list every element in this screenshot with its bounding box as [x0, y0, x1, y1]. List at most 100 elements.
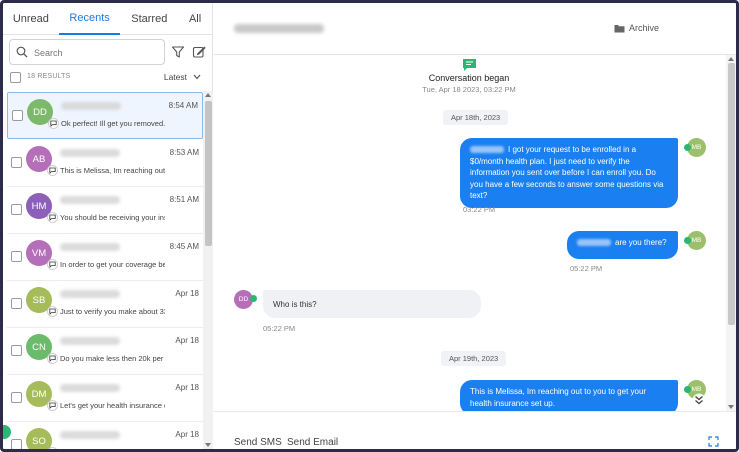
conversation-preview: Ok perfect! Ill get you removed. If...	[61, 119, 166, 128]
outgoing-message: This is Melissa, Im reaching out to you …	[460, 380, 678, 411]
conversation-item[interactable]: VM 8:45 AM In order to get your coverage…	[7, 234, 203, 281]
conversation-time: Apr 18	[175, 383, 199, 392]
whatsapp-icon	[47, 447, 58, 449]
redacted-name	[577, 239, 611, 247]
contact-name-redacted	[61, 102, 121, 110]
search-row	[9, 39, 209, 65]
scroll-up-arrow[interactable]	[205, 93, 211, 97]
sms-icon	[48, 118, 59, 129]
conversation-began-date: Tue, Apr 18 2023, 03:22 PM	[422, 85, 516, 94]
tab-all[interactable]: All	[178, 3, 212, 35]
message-text: Who is this?	[273, 300, 317, 309]
message-time: 05:22 PM	[570, 264, 603, 273]
conversation-time: Apr 18	[175, 430, 199, 439]
contact-name-redacted	[60, 243, 120, 251]
conversation-checkbox[interactable]	[12, 110, 23, 121]
scrollbar-thumb[interactable]	[728, 63, 735, 325]
date-separator: Apr 19th, 2023	[441, 351, 507, 366]
scroll-up-arrow[interactable]	[728, 57, 734, 61]
send-email-tab[interactable]: Send Email	[287, 437, 338, 448]
conversation-header: Archive	[214, 3, 736, 55]
sms-channel-icon	[684, 237, 691, 244]
conversation-checkbox[interactable]	[11, 157, 22, 168]
conversation-time: 8:53 AM	[169, 148, 199, 157]
archive-button[interactable]: Archive	[614, 23, 659, 33]
conversation-time: 8:45 AM	[169, 242, 199, 251]
conversation-began-label: Conversation began	[428, 73, 510, 83]
conversation-time: Apr 18	[175, 289, 199, 298]
conversation-sidebar: Unread Recents Starred All 18	[3, 3, 213, 449]
search-input[interactable]	[34, 45, 159, 61]
conversation-checkbox[interactable]	[11, 345, 22, 356]
message-text: are you there?	[615, 238, 667, 247]
contact-name-redacted	[60, 337, 120, 345]
thread-scrollbar[interactable]	[726, 55, 736, 411]
conversation-preview: Just to verify you make about 3300	[60, 307, 165, 316]
conversation-checkbox[interactable]	[11, 251, 22, 262]
conversation-item[interactable]: DM Apr 18 Let's get your health insuranc…	[7, 375, 203, 422]
message-text: I got your request to be enrolled in a $…	[470, 145, 664, 200]
contact-name-redacted	[60, 384, 120, 392]
conversation-item[interactable]: AB 8:53 AM This is Melissa, Im reaching …	[7, 140, 203, 187]
outgoing-message: I got your request to be enrolled in a $…	[460, 138, 678, 208]
filter-tabs: Unread Recents Starred All	[3, 3, 212, 35]
conversation-preview: This is Melissa, Im reaching out to	[60, 166, 165, 175]
expand-icon[interactable]	[708, 436, 719, 447]
sms-icon	[47, 165, 58, 176]
results-count: 18 RESULTS	[27, 73, 71, 80]
sms-icon	[47, 353, 58, 364]
message-time: 05:22 PM	[263, 324, 296, 333]
incoming-message: Who is this?	[263, 290, 481, 318]
conversation-item[interactable]: HM 8:51 AM You should be receiving your …	[7, 187, 203, 234]
conversation-item[interactable]: DD 8:54 AM Ok perfect! Ill get you remov…	[7, 92, 203, 139]
scroll-down-arrow[interactable]	[728, 405, 734, 409]
conversation-time: Apr 18	[175, 336, 199, 345]
folder-icon	[614, 24, 625, 32]
scrollbar-thumb[interactable]	[205, 101, 212, 246]
select-all-checkbox[interactable]	[10, 72, 21, 83]
conversation-preview: Do you make less then 20k per yea	[60, 354, 165, 363]
scroll-down-arrow[interactable]	[205, 443, 211, 447]
message-thread: Conversation began Tue, Apr 18 2023, 03:…	[214, 55, 736, 411]
contact-name-redacted	[60, 431, 120, 439]
tab-unread[interactable]: Unread	[3, 3, 59, 35]
sms-channel-icon	[684, 386, 691, 393]
search-box[interactable]	[9, 39, 165, 65]
conversation-preview: You should be receiving your insurar	[60, 213, 165, 222]
archive-label: Archive	[629, 23, 660, 33]
conversation-list-scrollbar[interactable]	[203, 91, 213, 449]
chat-icon	[463, 59, 476, 71]
contact-name-redacted	[234, 24, 324, 33]
tab-starred[interactable]: Starred	[120, 3, 178, 35]
conversation-checkbox[interactable]	[11, 439, 22, 449]
conversation-item[interactable]: SO Apr 18	[7, 422, 203, 449]
conversation-checkbox[interactable]	[11, 298, 22, 309]
conversation-list: DD 8:54 AM Ok perfect! Ill get you remov…	[3, 91, 213, 449]
conversation-item[interactable]: CN Apr 18 Do you make less then 20k per …	[7, 328, 203, 375]
results-row: 18 RESULTS Latest	[9, 70, 207, 86]
message-text: This is Melissa, Im reaching out to you …	[470, 387, 647, 408]
sms-channel-icon	[684, 144, 691, 151]
sms-icon	[47, 400, 58, 411]
conversation-preview: In order to get your coverage befor	[60, 260, 165, 269]
avatar: SO	[26, 428, 52, 449]
tab-recents[interactable]: Recents	[58, 3, 121, 35]
sms-channel-icon	[250, 295, 257, 302]
compose-icon[interactable]	[192, 45, 206, 59]
conversation-time: 8:51 AM	[169, 195, 199, 204]
send-sms-tab[interactable]: Send SMS	[234, 437, 282, 448]
conversation-checkbox[interactable]	[11, 392, 22, 403]
conversation-checkbox[interactable]	[11, 204, 22, 215]
sort-dropdown[interactable]: Latest	[164, 72, 201, 82]
sort-label: Latest	[163, 72, 187, 82]
conversation-item[interactable]: SB Apr 18 Just to verify you make about …	[7, 281, 203, 328]
conversation-time: 8:54 AM	[168, 101, 198, 110]
outgoing-message: are you there?	[567, 231, 678, 259]
scroll-to-bottom-icon[interactable]	[692, 393, 706, 407]
composer-footer: Send SMS Send Email	[214, 411, 736, 449]
filter-icon[interactable]	[171, 45, 185, 59]
message-time: 03:22 PM	[463, 205, 496, 214]
sms-icon	[47, 212, 58, 223]
search-icon	[16, 46, 28, 58]
contact-name-redacted	[60, 290, 120, 298]
